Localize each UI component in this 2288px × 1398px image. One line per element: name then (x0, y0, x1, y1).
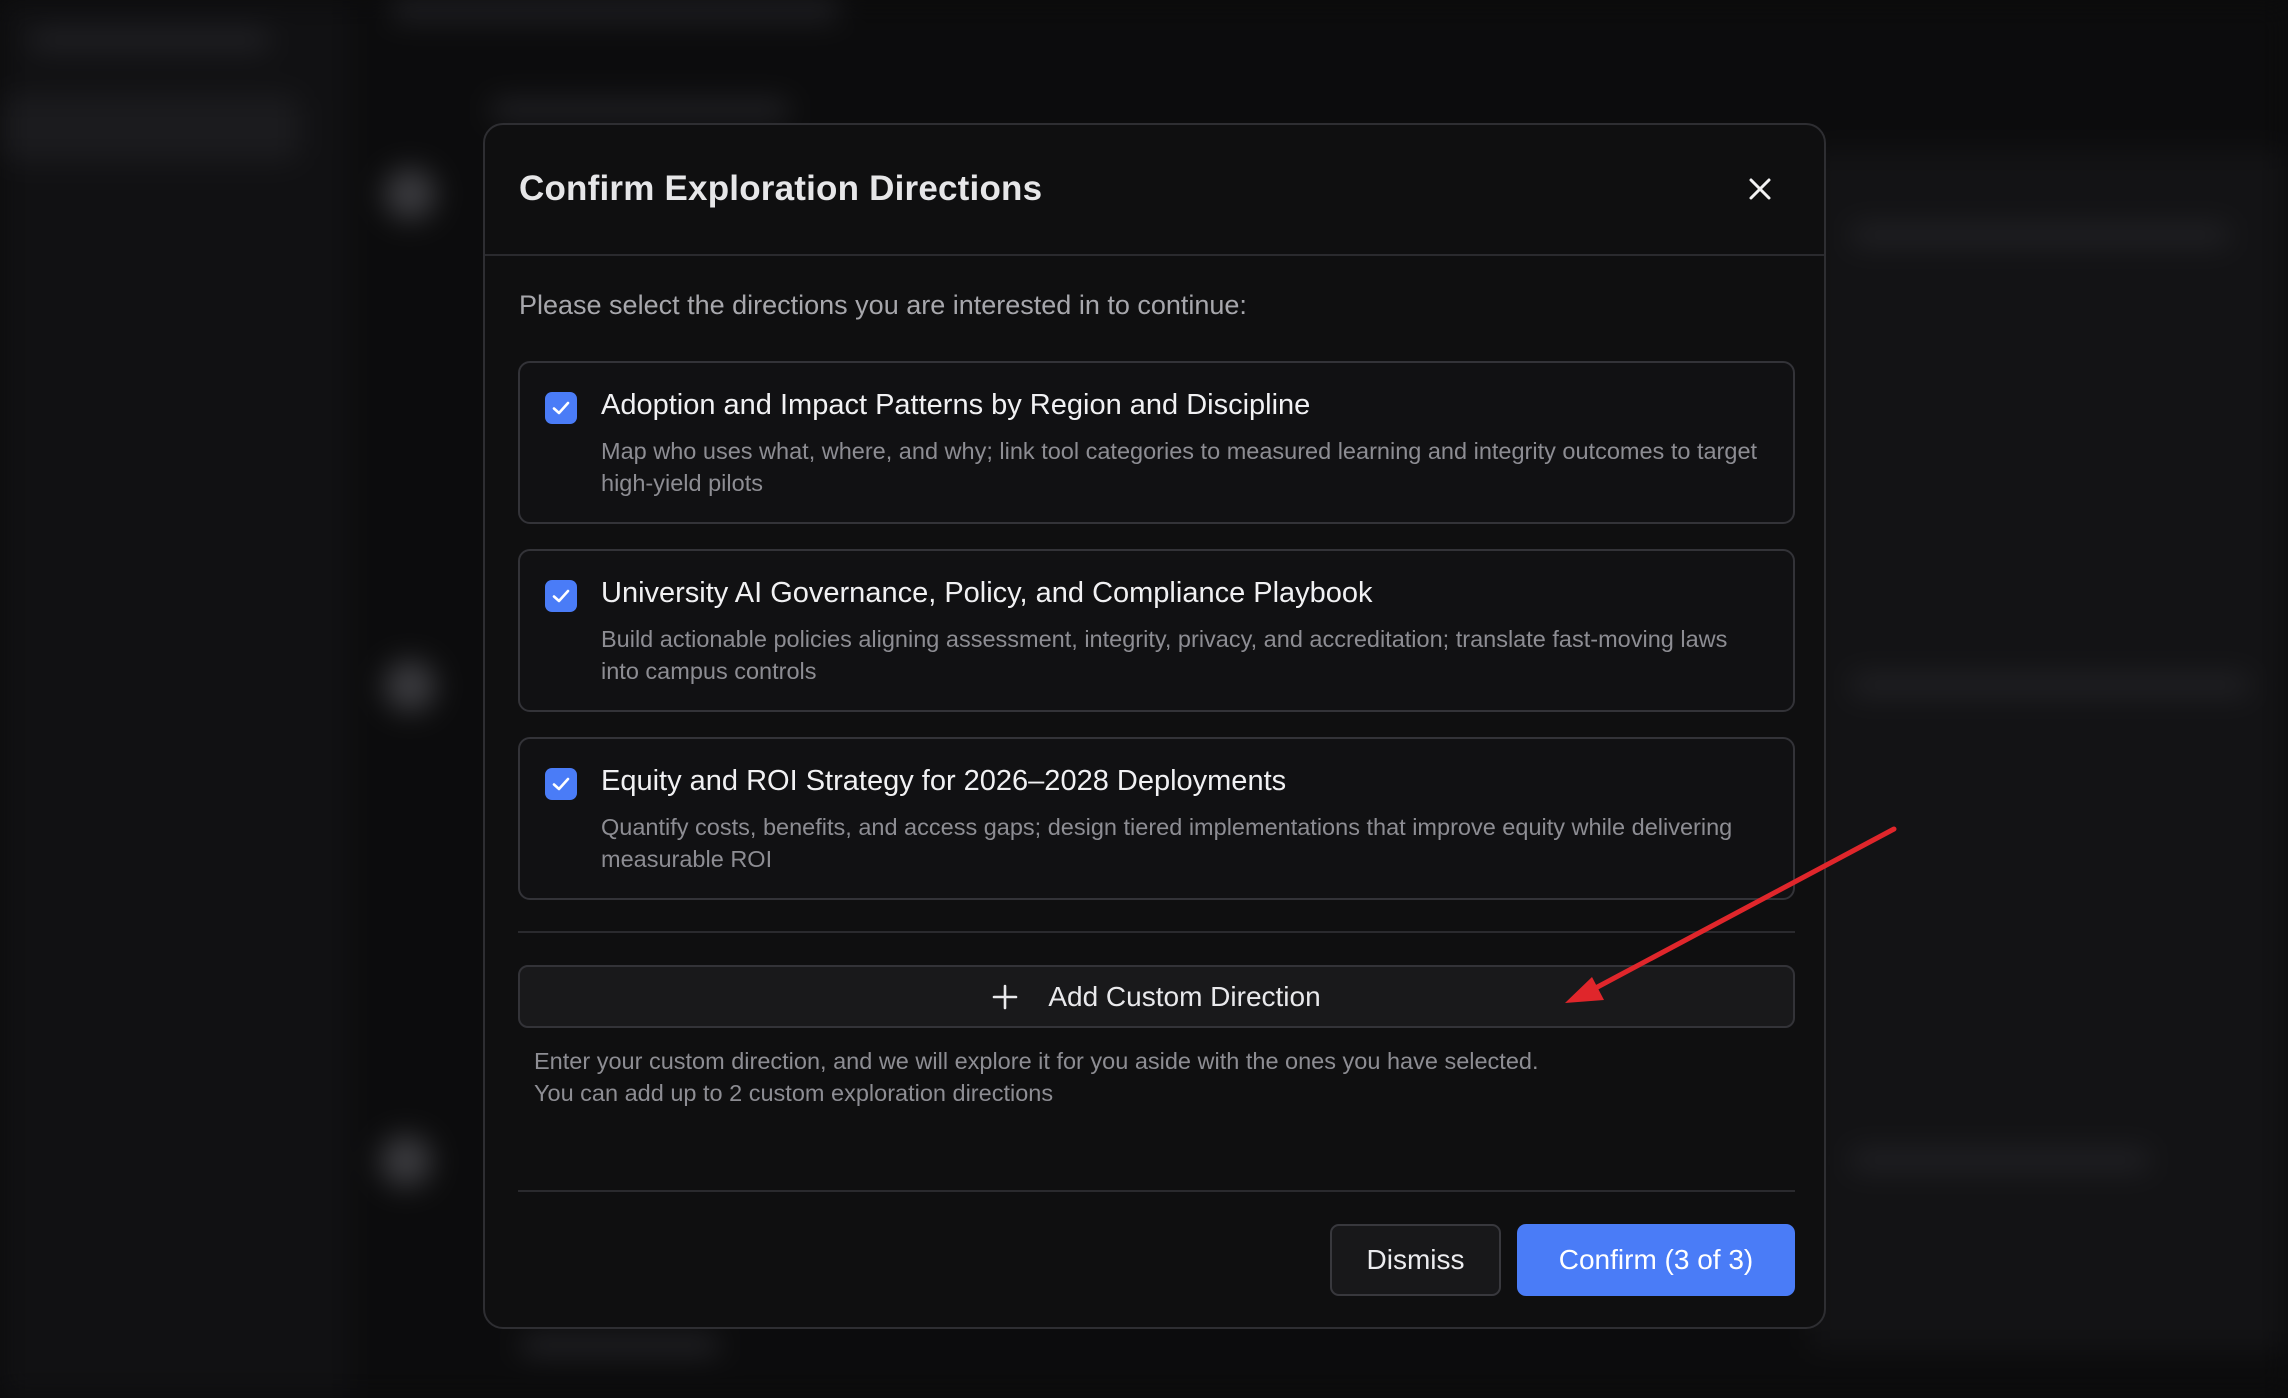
dialog-title: Confirm Exploration Directions (519, 169, 1043, 208)
help-line: You can add up to 2 custom exploration d… (534, 1080, 1054, 1106)
check-icon (552, 589, 570, 603)
confirm-button[interactable]: Confirm (3 of 3) (1517, 1224, 1795, 1296)
background-sidebar-row (0, 95, 300, 161)
confirm-directions-dialog: Confirm Exploration Directions Please se… (483, 123, 1826, 1329)
close-button[interactable] (1738, 167, 1782, 211)
dialog-header: Confirm Exploration Directions (485, 125, 1824, 256)
direction-description: Quantify costs, benefits, and access gap… (601, 814, 1733, 872)
direction-title: Equity and ROI Strategy for 2026–2028 De… (601, 765, 1287, 797)
close-icon (1749, 178, 1771, 200)
check-icon (552, 777, 570, 791)
background-line (1850, 225, 2230, 245)
direction-description: Map who uses what, where, and why; link … (601, 438, 1758, 496)
background-line (1850, 675, 2250, 695)
section-divider (518, 931, 1795, 933)
background-panel (1810, 150, 2288, 1350)
footer-divider (518, 1190, 1795, 1192)
background-line (30, 30, 270, 50)
direction-checkbox[interactable] (545, 580, 577, 612)
add-custom-direction-button[interactable]: Add Custom Direction (518, 965, 1795, 1028)
background-line (1850, 1150, 2150, 1170)
check-icon (552, 401, 570, 415)
direction-description: Build actionable policies aligning asses… (601, 626, 1728, 684)
background-sidebar (0, 0, 350, 1398)
custom-direction-help: Enter your custom direction, and we will… (534, 1045, 1539, 1109)
help-line: Enter your custom direction, and we will… (534, 1048, 1539, 1074)
add-custom-direction-label: Add Custom Direction (1048, 980, 1321, 1012)
direction-title: Adoption and Impact Patterns by Region a… (601, 389, 1311, 421)
background-avatar (380, 1135, 432, 1187)
dialog-intro-text: Please select the directions you are int… (519, 290, 1247, 320)
direction-option[interactable]: Adoption and Impact Patterns by Region a… (518, 361, 1795, 524)
background-line (520, 1335, 720, 1355)
background-line (490, 100, 790, 120)
background-avatar (384, 168, 436, 220)
direction-option[interactable]: Equity and ROI Strategy for 2026–2028 De… (518, 737, 1795, 900)
dismiss-button[interactable]: Dismiss (1330, 1224, 1501, 1296)
direction-title: University AI Governance, Policy, and Co… (601, 577, 1373, 609)
plus-icon (993, 984, 1018, 1009)
direction-option[interactable]: University AI Governance, Policy, and Co… (518, 549, 1795, 712)
background-avatar (384, 660, 436, 712)
direction-checkbox[interactable] (545, 768, 577, 800)
direction-checkbox[interactable] (545, 392, 577, 424)
background-line (390, 0, 840, 20)
